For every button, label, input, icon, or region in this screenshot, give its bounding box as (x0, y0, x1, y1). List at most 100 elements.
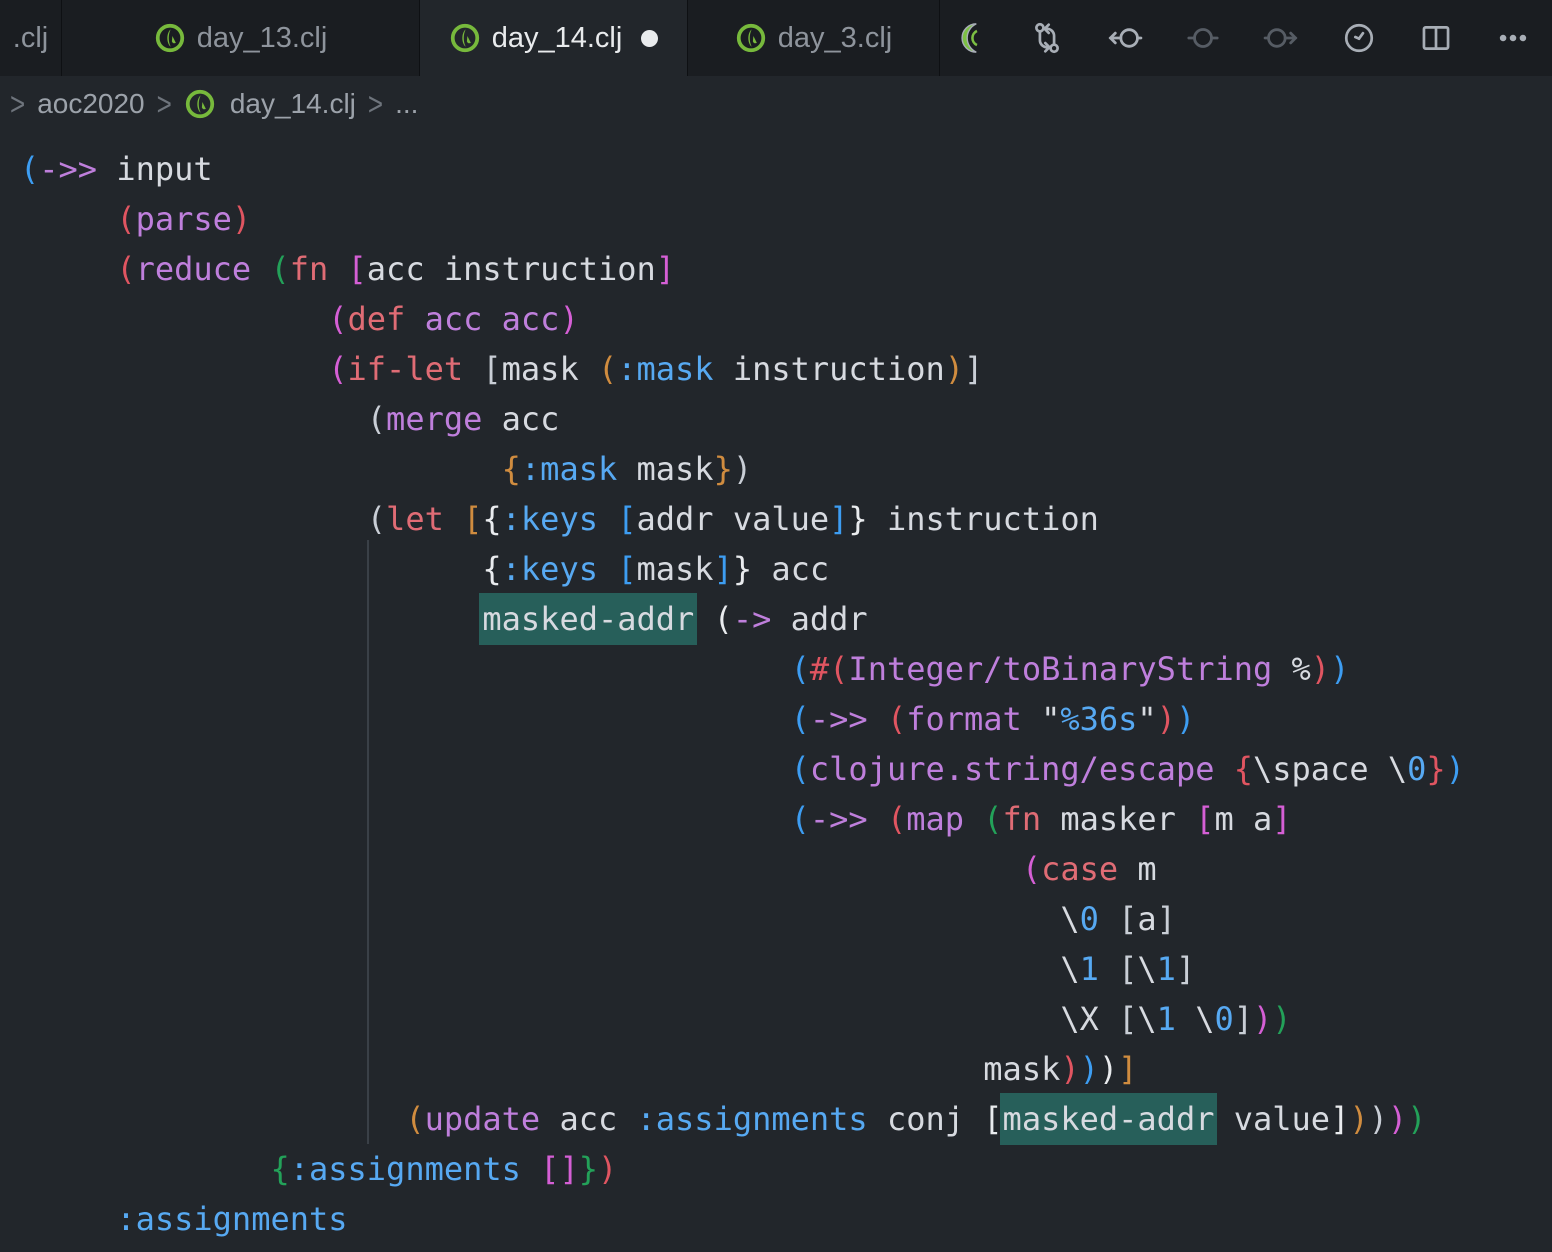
code-token: ( (116, 200, 135, 238)
tab-day_14-clj[interactable]: day_14.clj (420, 0, 688, 76)
code-token (1099, 900, 1118, 938)
code-token (20, 1050, 983, 1088)
code-token: } (733, 550, 752, 588)
code-token: { (502, 450, 521, 488)
code-token: case (1041, 850, 1118, 888)
code-token: acc instruction (367, 250, 656, 288)
code-token: :keys (502, 550, 598, 588)
code-token: [] (540, 1150, 579, 1188)
code-token: ( (887, 800, 906, 838)
code-token: ] (714, 550, 733, 588)
code-token: ) (733, 450, 752, 488)
code-token (1099, 950, 1118, 988)
code-token: fn (1003, 800, 1042, 838)
chevron-right-icon: > (368, 85, 383, 124)
code-line: \1 [\1] (20, 944, 1552, 994)
code-token: let (386, 500, 444, 538)
breadcrumb-folder[interactable]: aoc2020 (37, 88, 144, 120)
code-token: acc (425, 300, 483, 338)
code-token: acc (752, 550, 829, 588)
code-token (20, 800, 791, 838)
code-token: merge (386, 400, 482, 438)
code-token: ( (1022, 850, 1041, 888)
code-token: { (1234, 750, 1253, 788)
occurrence-highlight: masked-addr (479, 593, 697, 645)
code-content: (->> input (parse) (reduce (fn [acc inst… (0, 132, 1552, 1252)
editor-tab-bar: .clj day_13.clj day_14.clj day_3.clj (0, 0, 1552, 76)
clojure-file-icon (154, 22, 186, 54)
code-token: format (906, 700, 1022, 738)
code-token: :mask (617, 350, 713, 388)
modified-dot-icon[interactable] (641, 30, 658, 47)
code-token (868, 800, 887, 838)
code-editor[interactable]: (->> input (parse) (reduce (fn [acc inst… (0, 132, 1552, 1252)
code-token: mask (502, 350, 579, 388)
code-token: parse (136, 200, 232, 238)
code-token: \ (1176, 1000, 1215, 1038)
code-token: #( (810, 650, 849, 688)
code-token (20, 700, 791, 738)
code-token (579, 350, 598, 388)
code-line: (if-let [mask (:mask instruction)] (20, 344, 1552, 394)
code-token: ) (945, 350, 964, 388)
code-token: acc (482, 400, 559, 438)
code-token: ->> (39, 150, 97, 188)
code-token: ] (1272, 800, 1291, 838)
code-token: ) (1330, 650, 1349, 688)
step-back-icon[interactable] (1107, 21, 1143, 55)
code-token (20, 650, 791, 688)
split-editor-icon[interactable] (1419, 21, 1453, 55)
code-token: update (425, 1100, 541, 1138)
history-icon[interactable] (1342, 21, 1376, 55)
calva-icon[interactable] (957, 21, 987, 55)
breadcrumb-symbol-ellipsis[interactable]: ... (395, 88, 418, 120)
code-token: ) (232, 200, 251, 238)
code-token: mask (637, 550, 714, 588)
code-token: ) (1388, 1100, 1407, 1138)
code-line: (->> (format "%36s")) (20, 694, 1552, 744)
code-line: \0 [a] (20, 894, 1552, 944)
code-token: [ (482, 350, 501, 388)
code-token: ( (791, 650, 810, 688)
code-line: (case m (20, 844, 1552, 894)
code-token: ( (887, 700, 906, 738)
code-token (868, 700, 887, 738)
code-line: \X [\1 \0])) (20, 994, 1552, 1044)
step-forward-icon (1263, 21, 1299, 55)
code-token: ) (598, 1150, 617, 1188)
code-token: \ (1137, 950, 1156, 988)
code-token: mask (983, 1050, 1060, 1088)
code-line: mask)))] (20, 1044, 1552, 1094)
code-token (20, 400, 367, 438)
code-token (463, 350, 482, 388)
occurrence-highlight: masked-addr (1000, 1093, 1218, 1145)
code-token (20, 900, 1060, 938)
code-token: [ (1195, 800, 1214, 838)
tab-label: day_3.clj (778, 22, 892, 55)
more-actions-icon[interactable] (1496, 21, 1530, 55)
tab--clj[interactable]: .clj (0, 0, 62, 76)
code-token: ] (1118, 1050, 1137, 1088)
code-token (20, 1150, 270, 1188)
code-token: \X (1060, 1000, 1118, 1038)
code-line: (parse) (20, 194, 1552, 244)
code-token: instruction (714, 350, 945, 388)
code-token: :assignments (290, 1150, 521, 1188)
code-line: (#(Integer/toBinaryString %)) (20, 644, 1552, 694)
code-token: ) (1349, 1100, 1368, 1138)
code-token: Integer/toBinaryString (848, 650, 1272, 688)
code-line: {:assignments []}) (20, 1144, 1552, 1194)
code-token: :assignments (637, 1100, 868, 1138)
tab-day_13-clj[interactable]: day_13.clj (62, 0, 420, 76)
code-token (20, 450, 502, 488)
code-token (20, 350, 328, 388)
chevron-right-icon: > (157, 85, 172, 124)
code-token: ) (1446, 750, 1465, 788)
code-token: ) (1253, 1000, 1272, 1038)
code-line: (->> (map (fn masker [m a] (20, 794, 1552, 844)
compare-changes-icon[interactable] (1030, 21, 1064, 55)
breadcrumb-file[interactable]: day_14.clj (230, 88, 356, 120)
code-token: } (1426, 750, 1445, 788)
code-token: } (848, 500, 867, 538)
tab-day_3-clj[interactable]: day_3.clj (688, 0, 940, 76)
